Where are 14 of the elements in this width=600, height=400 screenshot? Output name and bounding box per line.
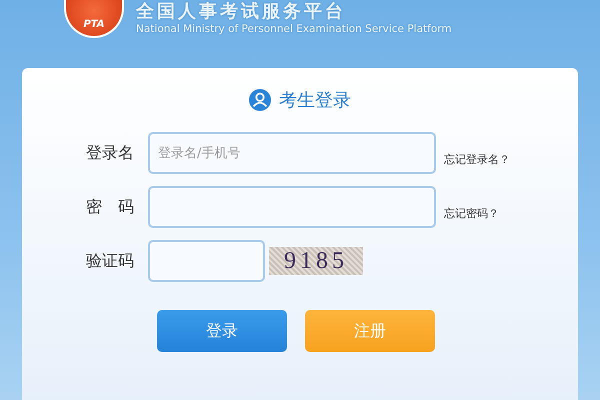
user-icon [249,89,271,111]
username-input[interactable]: 登录名/手机号 [148,132,436,174]
captcha-image[interactable]: 9185 [269,247,363,275]
site-title: 全国人事考试服务平台 [136,2,347,22]
login-heading: 考生登录 [279,89,351,112]
field-label: 验证码 [86,250,135,272]
forgot-link[interactable]: 忘记密码？ [444,206,499,220]
password-input[interactable] [148,186,436,228]
site-subtitle: National Ministry of Personnel Examination Service Platform [136,22,452,36]
logo-text: PTA [83,19,105,30]
field-label: 密 码 [86,196,135,218]
field-label: 登录名 [86,142,135,164]
forgot-link[interactable]: 忘记登录名？ [444,152,510,166]
captcha-input[interactable] [148,240,265,282]
